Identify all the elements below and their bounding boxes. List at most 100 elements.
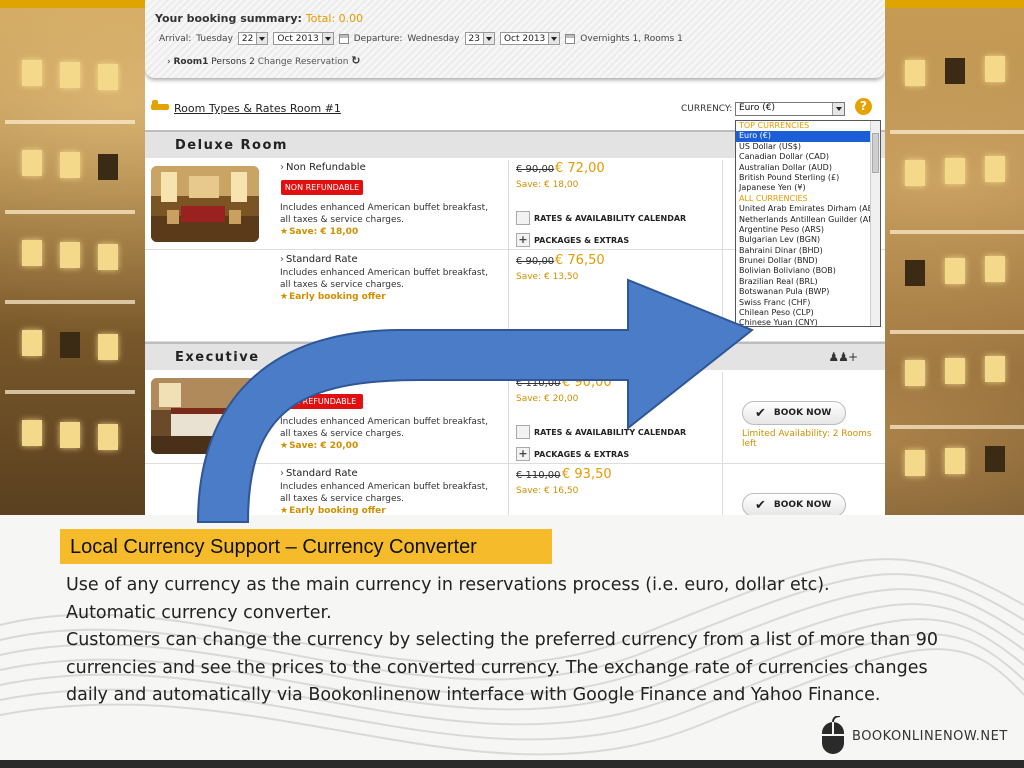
old-price: € 90,00 bbox=[516, 256, 555, 267]
currency-dropdown-list[interactable]: TOP CURRENCIES Euro (€) US Dollar (US$) Can… bbox=[735, 120, 881, 327]
booking-summary-panel: Your booking summary: Total: 0.00 Arriva… bbox=[145, 0, 885, 78]
room-name: Deluxe Room bbox=[175, 138, 288, 153]
arrival-month-select[interactable]: Oct 2013 bbox=[273, 32, 334, 45]
currency-option[interactable]: Brazilian Real (BRL) bbox=[736, 277, 880, 287]
packages-link[interactable]: + PACKAGES & EXTRAS bbox=[516, 233, 629, 247]
rates-calendar-link[interactable]: RATES & AVAILABILITY CALENDAR bbox=[516, 425, 686, 439]
currency-option[interactable]: Chilean Peso (CLP) bbox=[736, 308, 880, 318]
new-price: € 90,00 bbox=[562, 375, 612, 390]
save-amount: Save: € 13,50 bbox=[516, 272, 579, 282]
room-photo[interactable] bbox=[151, 378, 259, 454]
room-photo[interactable] bbox=[151, 166, 259, 242]
rate-description: Includes enhanced American buffet breakf… bbox=[280, 417, 489, 439]
rate-name[interactable]: fundable bbox=[280, 376, 330, 387]
logo-text: BOOKONLINENOW.NET bbox=[852, 728, 1008, 744]
currency-option[interactable]: Bolivian Boliviano (BOB) bbox=[736, 266, 880, 276]
currency-select[interactable]: Euro (€) bbox=[735, 102, 845, 116]
rate-row: fundable ON REFUNDABLE Includes enhanced… bbox=[145, 372, 885, 464]
slide-body: Use of any currency as the main currency… bbox=[66, 572, 966, 710]
summary-total: Total: 0.00 bbox=[305, 12, 364, 25]
calendar-icon[interactable] bbox=[565, 33, 576, 44]
mouse-icon bbox=[822, 716, 844, 754]
chevron-down-icon bbox=[832, 103, 844, 115]
help-icon[interactable]: ? bbox=[855, 98, 872, 115]
booking-window: Your booking summary: Total: 0.00 Arriva… bbox=[145, 0, 885, 515]
arrival-date-select[interactable]: 22 bbox=[237, 32, 269, 45]
body-paragraph: Automatic currency converter. bbox=[66, 602, 332, 623]
body-paragraph: Customers can change the currency by sel… bbox=[66, 630, 938, 705]
persons-count: Persons 2 bbox=[211, 57, 255, 67]
currency-option[interactable]: Netherlands Antillean Guilder (ANG) bbox=[736, 215, 880, 225]
plus-icon: + bbox=[516, 233, 530, 247]
departure-month-select[interactable]: Oct 2013 bbox=[499, 32, 561, 45]
chevron-down-icon bbox=[548, 33, 560, 44]
non-refundable-badge: NON REFUNDABLE bbox=[281, 180, 363, 195]
rate-name[interactable]: Standard Rate bbox=[280, 468, 358, 479]
room-types-header: Room Types & Rates Room #1 CURRENCY: Eur… bbox=[145, 96, 885, 122]
dropdown-scrollbar[interactable] bbox=[870, 121, 880, 326]
chevron-down-icon bbox=[256, 33, 268, 44]
refresh-icon[interactable]: ↻ bbox=[351, 54, 360, 67]
summary-label: Your booking summary: bbox=[155, 12, 302, 25]
currency-option[interactable]: Canadian Dollar (CAD) bbox=[736, 152, 880, 162]
currency-group-label: ALL CURRENCIES bbox=[739, 193, 808, 203]
availability-note: Limited Availability: 2 Rooms left bbox=[742, 429, 872, 449]
currency-option[interactable]: Euro (€) bbox=[736, 131, 880, 142]
departure-date-value: 23 bbox=[468, 33, 480, 44]
book-now-button[interactable]: ✔ BOOK NOW bbox=[742, 493, 846, 515]
rate-description: Includes enhanced American buffet breakf… bbox=[280, 203, 489, 225]
currency-option[interactable]: United Arab Emirates Dirham (AED) bbox=[736, 204, 880, 214]
chevron-down-icon bbox=[482, 33, 494, 44]
arrival-label: Arrival: bbox=[159, 33, 192, 44]
calendar-icon[interactable] bbox=[338, 33, 349, 44]
rate-save-note: Early booking offer bbox=[280, 506, 386, 515]
rate-name[interactable]: Standard Rate bbox=[280, 254, 358, 265]
body-paragraph: Use of any currency as the main currency… bbox=[66, 575, 830, 595]
currency-option[interactable]: Bulgarian Lev (BGN) bbox=[736, 235, 880, 245]
stay-info: Overnights 1, Rooms 1 bbox=[580, 33, 683, 44]
rate-name[interactable]: Non Refundable bbox=[280, 162, 366, 173]
currency-option[interactable]: Swiss Franc (CHF) bbox=[736, 298, 880, 308]
dates-row: Arrival: Tuesday 22 Oct 2013 Departure: … bbox=[159, 32, 683, 45]
bookonlinenow-logo: BOOKONLINENOW.NET bbox=[820, 716, 1008, 756]
arrival-month-value: Oct 2013 bbox=[277, 33, 319, 44]
new-price: € 93,50 bbox=[562, 467, 612, 482]
room-types-link[interactable]: Room Types & Rates Room #1 bbox=[174, 102, 341, 115]
arrival-day: Tuesday bbox=[196, 33, 233, 44]
calendar-icon bbox=[516, 211, 530, 225]
departure-date-select[interactable]: 23 bbox=[464, 32, 495, 45]
old-price: € 110,00 bbox=[516, 470, 561, 481]
booking-summary-title: Your booking summary: Total: 0.00 bbox=[155, 12, 363, 25]
rates-calendar-link[interactable]: RATES & AVAILABILITY CALENDAR bbox=[516, 211, 686, 225]
caption-box: Local Currency Support – Currency Conver… bbox=[60, 529, 552, 564]
currency-selected-value: Euro (€) bbox=[739, 103, 776, 113]
currency-option[interactable]: Brunei Dollar (BND) bbox=[736, 256, 880, 266]
currency-option[interactable]: British Pound Sterling (£) bbox=[736, 173, 880, 183]
checkmark-icon: ✔ bbox=[755, 497, 766, 513]
scrollbar-thumb[interactable] bbox=[872, 133, 879, 173]
currency-option[interactable]: Japanese Yen (¥) bbox=[736, 183, 880, 193]
bottom-dark-band bbox=[0, 760, 1024, 768]
persons-icon: ♟♟+ bbox=[828, 350, 858, 364]
packages-link[interactable]: + PACKAGES & EXTRAS bbox=[516, 447, 629, 461]
old-price: € 110,00 bbox=[516, 378, 561, 389]
packages-label: PACKAGES & EXTRAS bbox=[534, 449, 630, 459]
book-now-label: BOOK NOW bbox=[773, 408, 832, 418]
book-now-button[interactable]: ✔ BOOK NOW bbox=[742, 401, 846, 425]
room-line: › Room1 Persons 2 Change Reservation ↻ bbox=[167, 54, 361, 67]
room-label: Room1 bbox=[173, 57, 209, 67]
change-reservation-link[interactable]: Change Reservation bbox=[258, 57, 349, 67]
room-name: Executive bbox=[175, 350, 260, 365]
bed-icon bbox=[151, 100, 169, 112]
currency-option[interactable]: Chinese Yuan (CNY) bbox=[736, 318, 880, 326]
chevron-down-icon bbox=[321, 33, 333, 44]
plus-icon: + bbox=[516, 447, 530, 461]
currency-option[interactable]: Australian Dollar (AUD) bbox=[736, 163, 880, 173]
currency-option[interactable]: Argentine Peso (ARS) bbox=[736, 225, 880, 235]
chevron-right-icon: › bbox=[167, 57, 171, 67]
currency-label: CURRENCY: bbox=[681, 104, 733, 114]
currency-option[interactable]: Bahraini Dinar (BHD) bbox=[736, 246, 880, 256]
currency-option[interactable]: Botswanan Pula (BWP) bbox=[736, 287, 880, 297]
rates-calendar-label: RATES & AVAILABILITY CALENDAR bbox=[534, 213, 687, 223]
currency-option[interactable]: US Dollar (US$) bbox=[736, 142, 880, 152]
